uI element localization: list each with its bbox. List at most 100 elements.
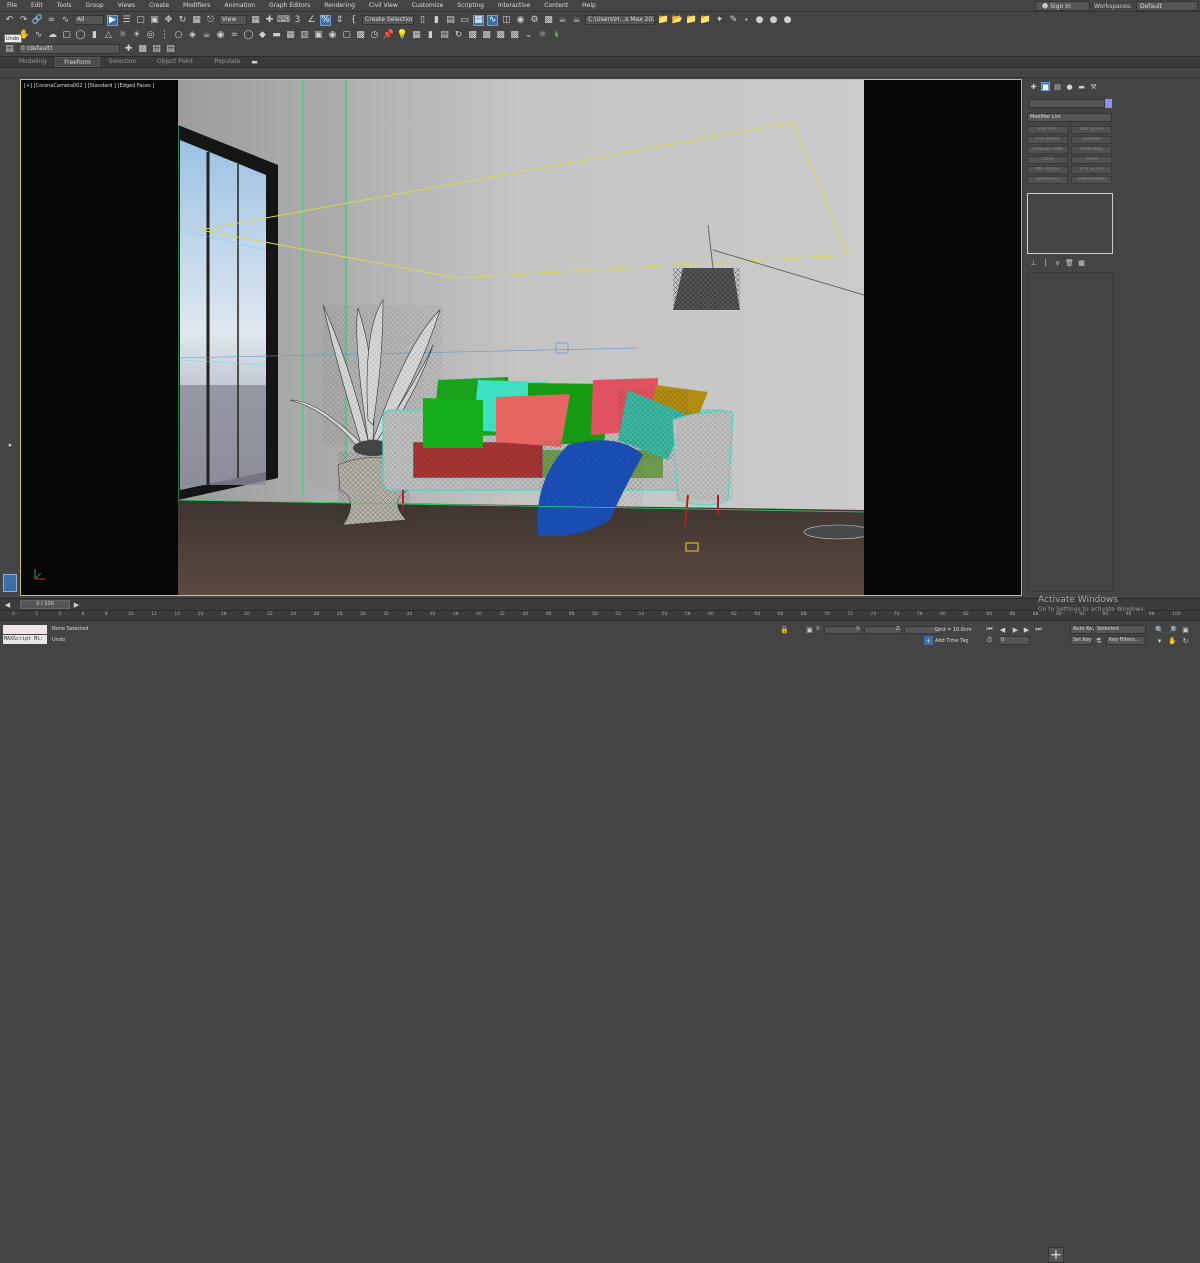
current-frame-field[interactable]: 0 xyxy=(998,636,1030,645)
snaps-toggle-icon[interactable]: 3 xyxy=(292,15,303,26)
chevron-icon[interactable]: ⌄ xyxy=(523,30,534,41)
add-time-tag[interactable]: Add Time Tag xyxy=(935,638,969,644)
render-region-icon[interactable]: ▢ xyxy=(341,30,352,41)
scene-explorer-icon[interactable]: ▦ xyxy=(473,14,484,26)
teapot-icon[interactable]: ☕ xyxy=(201,30,212,41)
make-unique-icon[interactable]: ∨ xyxy=(1053,258,1062,267)
undo-icon[interactable]: ↶ xyxy=(4,15,15,26)
modifier-button[interactable]: Edit Poly xyxy=(1027,126,1068,134)
time-tag-icon[interactable]: + xyxy=(924,636,933,645)
camera-icon[interactable]: ▣ xyxy=(313,30,324,41)
modifier-button[interactable]: Lathe xyxy=(1027,156,1068,164)
menu-create[interactable]: Create xyxy=(142,2,176,9)
refresh-icon[interactable]: ↻ xyxy=(453,30,464,41)
panel2-icon[interactable]: ▩ xyxy=(481,30,492,41)
schematic-view-icon[interactable]: ◫ xyxy=(501,15,512,26)
utilities-tab-icon[interactable]: ⚒ xyxy=(1089,82,1098,91)
track-bar[interactable]: 0 2 4 6 8 10 12 14 16 18 20 22 24 26 28 30 32 34 36 38 40 42 4… xyxy=(0,610,1200,620)
rendered-frame-icon[interactable]: ▩ xyxy=(543,15,554,26)
absolute-mode-icon[interactable]: ▣ xyxy=(805,625,814,634)
sphere-icon[interactable]: ◯ xyxy=(75,30,86,41)
light-icon[interactable]: ☼ xyxy=(117,30,128,41)
toggle-ribbon-icon[interactable]: ▭ xyxy=(459,15,470,26)
zoom-all-icon[interactable]: 🔎 xyxy=(1168,625,1177,634)
select-object-icon[interactable]: ▶ xyxy=(107,14,118,26)
pin-icon[interactable]: 📌 xyxy=(383,30,394,41)
ribbon-tab-selection[interactable]: Selection xyxy=(100,57,145,67)
modifier-button[interactable]: Extrude xyxy=(1071,136,1112,144)
modifier-button[interactable]: Unwrap UVW xyxy=(1027,146,1068,154)
select-by-name-icon[interactable]: ☰ xyxy=(121,15,132,26)
material-editor-icon[interactable]: ◉ xyxy=(515,15,526,26)
pencil-icon[interactable]: ✎ xyxy=(728,15,739,26)
bind-space-warp-icon[interactable]: ∿ xyxy=(60,15,71,26)
tube-icon[interactable]: ○ xyxy=(173,30,184,41)
panel4-icon[interactable]: ▩ xyxy=(509,30,520,41)
pan-icon[interactable]: ✋ xyxy=(1168,636,1177,645)
align-icon[interactable]: ▮ xyxy=(431,15,442,26)
wand-icon[interactable]: ✦ xyxy=(714,15,725,26)
modifier-button[interactable]: Symmetry xyxy=(1027,176,1068,184)
ring-icon[interactable]: ◯ xyxy=(243,30,254,41)
modifier-button[interactable]: UVW Map xyxy=(1071,146,1112,154)
modifier-button[interactable]: FFD 4x4x4 xyxy=(1027,136,1068,144)
sphere-render-icon[interactable]: ◉ xyxy=(327,30,338,41)
light-bulb-icon[interactable]: 💡 xyxy=(397,30,408,41)
globe-icon[interactable]: ◉ xyxy=(215,30,226,41)
selected-set-dropdown[interactable]: Selected xyxy=(1094,625,1146,634)
angle-snap-icon[interactable]: ∠ xyxy=(306,15,317,26)
modifier-button[interactable]: Shell xyxy=(1071,156,1112,164)
curve-icon[interactable]: ∿ xyxy=(33,30,44,41)
ribbon-tab-populate[interactable]: Populate xyxy=(205,57,250,67)
percent-snap-icon[interactable]: % xyxy=(320,14,331,26)
layer-explorer-icon[interactable]: ▤ xyxy=(445,15,456,26)
sign-in-button[interactable]: ☻ Sign In xyxy=(1035,1,1091,11)
open-folder-icon[interactable]: 📂 xyxy=(672,15,683,26)
frame-icon[interactable]: ▩ xyxy=(355,30,366,41)
save-folder-icon[interactable]: 📁 xyxy=(686,15,697,26)
circle-icon-1[interactable]: ● xyxy=(754,15,765,26)
cone-icon[interactable]: △ xyxy=(103,30,114,41)
cloud-icon[interactable]: ☁ xyxy=(47,30,58,41)
render-production-icon[interactable]: ☕ xyxy=(571,15,582,26)
set-key-plus-icon[interactable]: + xyxy=(1048,1247,1064,1263)
edit-named-sets-icon[interactable]: { xyxy=(348,15,359,26)
move-icon[interactable]: ✥ xyxy=(163,15,174,26)
modifier-button[interactable]: FFD 3x3x3 xyxy=(1071,166,1112,174)
ribbon-tab-freeform[interactable]: Freeform xyxy=(55,57,100,67)
modify-tab-icon[interactable]: ■ xyxy=(1041,82,1050,91)
layer-select-icon[interactable]: ▤ xyxy=(165,44,176,55)
menu-content[interactable]: Content xyxy=(537,2,575,9)
ribbon-options-icon[interactable]: ▬ xyxy=(250,58,259,67)
doc-icon[interactable]: ▤ xyxy=(439,30,450,41)
circle-icon-2[interactable]: ● xyxy=(768,15,779,26)
maxscript-listener[interactable] xyxy=(3,625,47,634)
motion-tab-icon[interactable]: ● xyxy=(1065,82,1074,91)
grid-icon[interactable]: ▦ xyxy=(285,30,296,41)
vase-icon[interactable]: ◈ xyxy=(187,30,198,41)
menu-group[interactable]: Group xyxy=(78,2,110,9)
set-key-button[interactable]: Set Key xyxy=(1070,636,1092,645)
key-filter-icon[interactable]: ⚗ xyxy=(1094,636,1103,645)
time-slider-left-icon[interactable]: ◀ xyxy=(3,600,12,609)
render-setup-icon[interactable]: ⚙ xyxy=(529,15,540,26)
menu-rendering[interactable]: Rendering xyxy=(317,2,362,9)
layer-add-selection-icon[interactable]: ▤ xyxy=(151,44,162,55)
selection-filter-select[interactable]: All xyxy=(74,15,104,25)
dots-icon[interactable]: ⋮ xyxy=(159,30,170,41)
modifier-stack[interactable] xyxy=(1027,193,1113,254)
key-mode-icon[interactable]: ⏱ xyxy=(985,636,994,645)
object-color-swatch[interactable] xyxy=(1105,99,1112,108)
panel-icon[interactable]: ▩ xyxy=(467,30,478,41)
display-tab-icon[interactable]: ▬ xyxy=(1077,82,1086,91)
select-manipulate-icon[interactable]: ✚ xyxy=(264,15,275,26)
maxscript-mini-listener[interactable]: MAXScript Mi: xyxy=(3,635,47,644)
column-icon[interactable]: ▮ xyxy=(425,30,436,41)
menu-help[interactable]: Help xyxy=(575,2,603,9)
configure-sets-icon[interactable]: ▦ xyxy=(1077,258,1086,267)
rect-region-icon[interactable]: ▢ xyxy=(135,15,146,26)
named-selection-select[interactable]: Create Selection Se xyxy=(362,15,414,25)
object-name-field[interactable] xyxy=(1029,99,1105,108)
menu-file[interactable]: File xyxy=(0,2,24,9)
menu-views[interactable]: Views xyxy=(111,2,142,9)
